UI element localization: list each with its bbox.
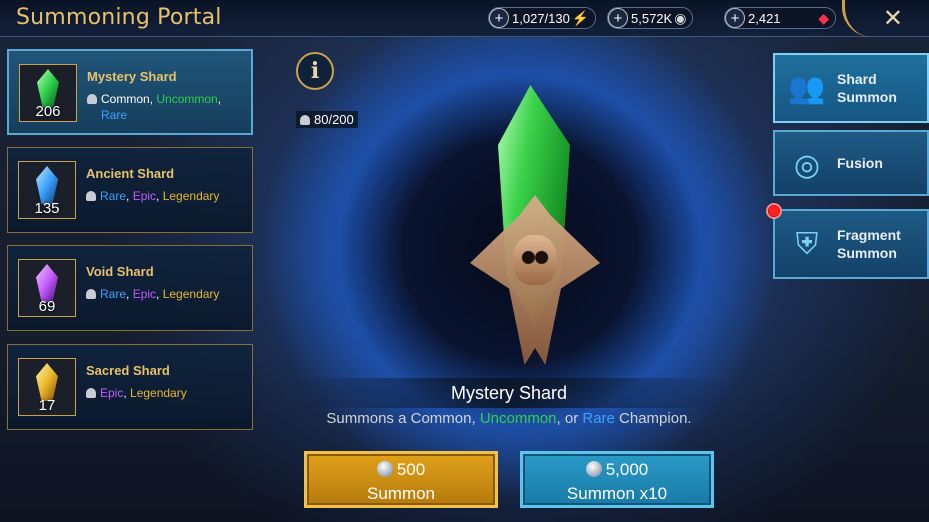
silver-counter[interactable]: + 5,572K ◉ xyxy=(607,7,694,29)
mystery-shard-thumbnail: 206 xyxy=(19,64,77,122)
add-energy-icon[interactable]: + xyxy=(489,8,509,28)
rarity-legendary: Legendary xyxy=(162,189,220,203)
tab-label: Fusion xyxy=(837,155,883,171)
champion-helm-icon xyxy=(87,94,97,104)
void-shard-thumbnail: 69 xyxy=(18,259,76,317)
lightning-icon: ⚡ xyxy=(571,9,590,26)
shard-count: 69 xyxy=(38,298,56,315)
energy-counter[interactable]: + 1,027/130 ⚡ xyxy=(488,7,597,29)
selected-shard-title: Mystery Shard xyxy=(450,383,568,403)
header-ornament xyxy=(842,0,872,37)
silver-coin-icon xyxy=(585,461,602,477)
energy-value: 1,027/130 xyxy=(512,10,570,26)
shard-rarities: Rare, Epic, Legendary xyxy=(86,286,246,302)
info-icon[interactable]: i xyxy=(296,52,334,90)
champion-capacity: 80/200 xyxy=(296,111,358,128)
shard-name: Mystery Shard xyxy=(87,69,177,84)
purple-shard-icon xyxy=(36,264,58,302)
summon-x10-cost: 5,000 xyxy=(523,460,711,480)
shard-card-void[interactable]: 69 Void Shard Rare, Epic, Legendary xyxy=(7,245,253,331)
shard-card-ancient[interactable]: 135 Ancient Shard Rare, Epic, Legendary xyxy=(7,147,253,233)
ancient-shard-thumbnail: 135 xyxy=(18,161,76,219)
summon-label: Summon xyxy=(366,484,436,503)
add-gems-icon[interactable]: + xyxy=(725,8,745,28)
rarity-legendary: Legendary xyxy=(162,287,220,301)
shard-card-mystery[interactable]: 206 Mystery Shard Common, Uncommon, Rare xyxy=(7,49,253,135)
tab-label: Shard Summon xyxy=(837,71,897,105)
shard-rarities: Common, Uncommon, Rare xyxy=(87,91,247,123)
tab-shard-summon[interactable]: 👥 Shard Summon xyxy=(773,53,929,123)
shard-name: Sacred Shard xyxy=(86,363,170,378)
blue-shard-icon xyxy=(36,166,58,204)
shard-rarities: Rare, Epic, Legendary xyxy=(86,188,246,204)
tab-fusion[interactable]: ◎ Fusion xyxy=(773,130,929,196)
mystery-shard-artwork xyxy=(470,85,600,365)
rarity-epic: Epic xyxy=(132,189,157,203)
shard-name: Void Shard xyxy=(86,264,154,279)
summon-cost: 500 xyxy=(307,460,495,480)
top-bar: Summoning Portal + 1,027/130 ⚡ + 5,572K … xyxy=(0,0,929,37)
shard-count: 135 xyxy=(34,200,60,217)
capacity-value: 80/200 xyxy=(314,112,354,127)
tab-label: Fragment Summon xyxy=(837,227,901,261)
notification-dot-icon xyxy=(766,203,782,219)
shard-name: Ancient Shard xyxy=(86,166,175,181)
rarity-common: Common xyxy=(101,92,150,106)
summon-x10-label: Summon x10 xyxy=(566,484,668,503)
gems-counter[interactable]: + 2,421 ◆ xyxy=(724,7,836,29)
selected-shard-description: Summons a Common, Uncommon, or Rare Cham… xyxy=(326,410,692,427)
green-shard-icon xyxy=(37,69,59,107)
silver-coin-icon xyxy=(376,461,393,477)
summon-button[interactable]: 500 Summon xyxy=(304,451,498,508)
rarity-rare: Rare xyxy=(101,108,128,122)
tab-fragment-summon[interactable]: ⛨ Fragment Summon xyxy=(773,209,929,279)
fusion-icon: ◎ xyxy=(793,149,821,182)
skull-helm-icon xyxy=(513,235,557,285)
rarity-rare: Rare xyxy=(100,189,127,203)
add-silver-icon[interactable]: + xyxy=(608,8,628,28)
fragment-summon-icon: ⛨ xyxy=(795,228,819,261)
gems-value: 2,421 xyxy=(748,10,781,26)
shard-summon-icon: 👥 xyxy=(788,72,826,105)
page-title: Summoning Portal xyxy=(16,5,222,30)
champion-helm-icon xyxy=(86,289,96,299)
champion-helm-icon xyxy=(86,191,96,201)
silver-value: 5,572K xyxy=(631,10,673,26)
summon-x10-button[interactable]: 5,000 Summon x10 xyxy=(520,451,714,508)
silver-coin-icon: ◉ xyxy=(674,9,687,26)
rarity-uncommon: Uncommon xyxy=(156,92,218,106)
ruby-icon: ◆ xyxy=(818,9,829,26)
champion-helm-icon xyxy=(300,115,310,125)
close-icon[interactable]: ✕ xyxy=(883,4,903,33)
shard-count: 206 xyxy=(35,103,61,120)
rarity-epic: Epic xyxy=(132,287,157,301)
rarity-rare: Rare xyxy=(100,287,127,301)
